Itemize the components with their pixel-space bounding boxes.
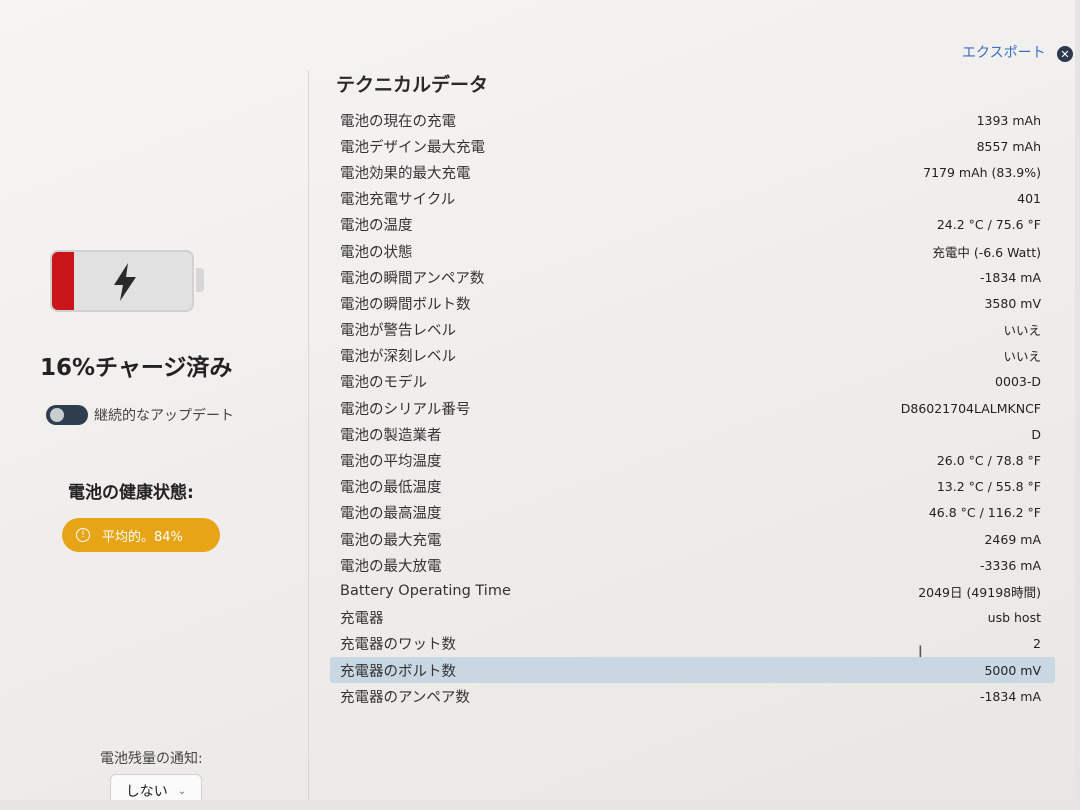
row-value: -1834 mA	[979, 269, 1041, 285]
row-label: 電池の瞬間ボルト数	[340, 296, 471, 313]
row-label: 充電器のアンペア数	[340, 689, 470, 706]
row-value: 26.0 °C / 78.8 °F	[936, 453, 1041, 469]
battery-health-badge: ! 平均的。84%	[62, 518, 220, 552]
row-value: いいえ	[1003, 349, 1041, 365]
table-row[interactable]: 充電器のワット数 2	[330, 631, 1055, 657]
table-row[interactable]: 電池効果的最大充電 7179 mAh (83.9%)	[330, 159, 1055, 185]
battery-notify-value: しない	[125, 784, 168, 800]
row-value: 0003-D	[995, 374, 1041, 390]
table-row[interactable]: 電池デザイン最大充電 8557 mAh	[330, 133, 1055, 159]
close-icon[interactable]: ✕	[1057, 46, 1073, 62]
table-row[interactable]: 電池の状態 充電中 (-6.6 Watt)	[330, 238, 1055, 264]
table-row[interactable]: 充電器のアンペア数 -1834 mA	[330, 683, 1055, 709]
row-value: -1834 mA	[979, 688, 1041, 704]
battery-notify-label: 電池残量の通知:	[100, 751, 203, 767]
technical-data-title: テクニカルデータ	[336, 74, 489, 96]
table-row[interactable]: 電池が深刻レベル いいえ	[330, 343, 1055, 369]
row-label: 電池の最大放電	[340, 558, 442, 575]
continuous-update-toggle[interactable]	[46, 405, 88, 425]
row-label: 電池の最低温度	[340, 480, 442, 497]
row-label: 電池の状態	[340, 244, 413, 261]
pane-divider	[308, 70, 309, 800]
row-value: D86021704LALMKNCF	[900, 400, 1041, 416]
battery-notify-select[interactable]: しない ⌄	[110, 774, 202, 800]
row-value: 充電中 (-6.6 Watt)	[932, 244, 1041, 260]
row-value: いいえ	[1003, 323, 1041, 339]
toggle-knob	[50, 408, 64, 422]
row-value: 8557 mAh	[976, 138, 1041, 154]
row-label: 電池の平均温度	[340, 454, 442, 471]
table-row[interactable]: 電池の製造業者 D	[330, 421, 1055, 447]
table-row[interactable]: 充電器のボルト数 5000 mV	[330, 656, 1055, 684]
row-value: 13.2 °C / 55.8 °F	[936, 479, 1041, 495]
table-row[interactable]: 電池の最高温度 46.8 °C / 116.2 °F	[330, 500, 1055, 526]
row-value: 2049日 (49198時間)	[918, 584, 1041, 600]
info-icon: !	[76, 528, 90, 542]
row-value: 24.2 °C / 75.6 °F	[936, 217, 1041, 233]
battery-health-value: 平均的。84%	[102, 529, 183, 545]
table-row[interactable]: Battery Operating Time 2049日 (49198時間)	[330, 578, 1055, 604]
table-row[interactable]: 電池のモデル 0003-D	[330, 369, 1055, 395]
table-row[interactable]: 電池の温度 24.2 °C / 75.6 °F	[330, 212, 1055, 238]
row-label: 電池の瞬間アンペア数	[340, 270, 485, 287]
row-label: 電池効果的最大充電	[340, 165, 471, 182]
row-label: 電池の最高温度	[340, 506, 442, 523]
row-label: 電池のモデル	[340, 375, 427, 392]
battery-fill-level	[52, 252, 75, 310]
text-cursor-icon: I	[918, 642, 923, 661]
charge-status-text: 16%チャージ済み	[40, 355, 233, 381]
row-label: 電池の温度	[340, 218, 413, 235]
row-value: 5000 mV	[984, 662, 1041, 678]
row-label: 電池充電サイクル	[340, 192, 456, 209]
table-row[interactable]: 電池の最大放電 -3336 mA	[330, 552, 1055, 578]
table-row[interactable]: 電池の瞬間アンペア数 -1834 mA	[330, 264, 1055, 290]
row-value: D	[1031, 426, 1041, 442]
row-value: 2	[1033, 636, 1041, 652]
technical-data-list: 電池の現在の充電 1393 mAh 電池デザイン最大充電 8557 mAh 電池効果的最…	[330, 107, 1055, 709]
table-row[interactable]: 電池の最大充電 2469 mA	[330, 526, 1055, 552]
row-value: 46.8 °C / 116.2 °F	[928, 505, 1041, 521]
table-row[interactable]: 電池の現在の充電 1393 mAh	[330, 107, 1055, 133]
battery-health-title: 電池の健康状態:	[68, 483, 194, 503]
continuous-update-label: 継続的なアップデート	[94, 408, 234, 424]
table-row[interactable]: 電池の平均温度 26.0 °C / 78.8 °F	[330, 447, 1055, 473]
row-label: 電池が深刻レベル	[340, 349, 456, 366]
row-label: 充電器	[340, 611, 384, 628]
row-label: 電池の現在の充電	[340, 113, 456, 130]
battery-tip	[196, 268, 204, 292]
table-row[interactable]: 電池充電サイクル 401	[330, 186, 1055, 212]
chevron-down-icon: ⌄	[177, 785, 187, 797]
table-row[interactable]: 電池の最低温度 13.2 °C / 55.8 °F	[330, 474, 1055, 500]
row-label: 充電器のボルト数	[340, 663, 456, 680]
row-value: 2469 mA	[984, 531, 1041, 547]
row-value: 401	[1017, 191, 1041, 207]
charging-bolt-icon	[114, 263, 136, 301]
row-label: 電池が警告レベル	[340, 323, 456, 340]
row-label: 電池の最大充電	[340, 532, 442, 549]
row-value: -3336 mA	[979, 557, 1041, 573]
battery-info-window: 16%チャージ済み 継続的なアップデート 電池の健康状態: ! 平均的。84% …	[0, 0, 1075, 800]
row-label: 電池デザイン最大充電	[340, 139, 485, 156]
row-label: 電池のシリアル番号	[340, 401, 471, 418]
row-value: 3580 mV	[984, 295, 1041, 311]
row-label: 電池の製造業者	[340, 427, 442, 444]
row-label: 充電器のワット数	[340, 637, 456, 654]
row-value: 7179 mAh (83.9%)	[923, 164, 1041, 180]
table-row[interactable]: 電池が警告レベル いいえ	[330, 317, 1055, 343]
table-row[interactable]: 電池のシリアル番号 D86021704LALMKNCF	[330, 395, 1055, 421]
row-label: Battery Operating Time	[340, 583, 511, 600]
row-value: 1393 mAh	[976, 112, 1041, 128]
row-value: usb host	[987, 610, 1041, 626]
table-row[interactable]: 充電器 usb host	[330, 605, 1055, 631]
export-link[interactable]: エクスポート	[962, 42, 1046, 62]
table-row[interactable]: 電池の瞬間ボルト数 3580 mV	[330, 290, 1055, 316]
